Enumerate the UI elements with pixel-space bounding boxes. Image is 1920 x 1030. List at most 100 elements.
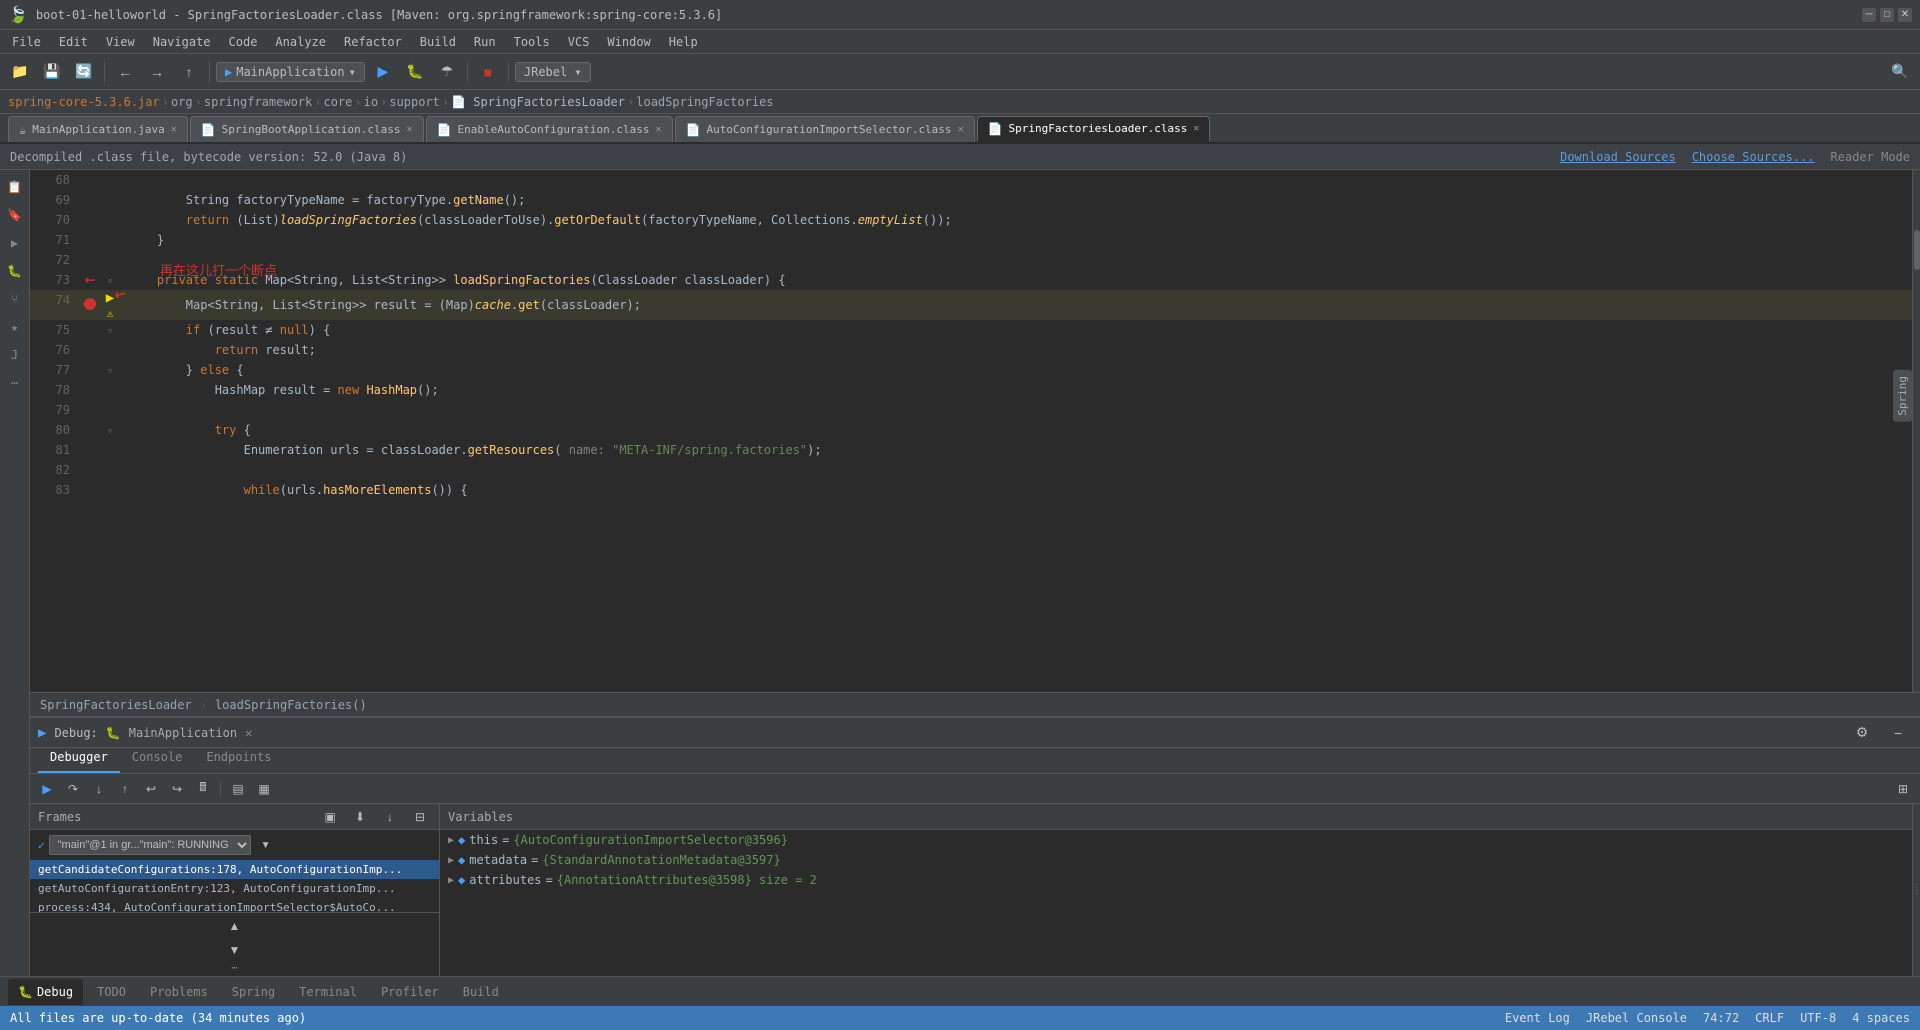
breadcrumb-class[interactable]: 📄 SpringFactoriesLoader — [451, 95, 625, 109]
frames-down-btn[interactable]: ↓ — [379, 806, 401, 828]
reader-mode-link[interactable]: Reader Mode — [1831, 150, 1910, 164]
bottom-tab-build[interactable]: Build — [453, 979, 509, 1005]
sidebar-icon-jrebel[interactable]: J — [2, 342, 28, 368]
scroll-thumb[interactable] — [1914, 230, 1920, 270]
breadcrumb-springframework[interactable]: springframework — [204, 95, 312, 109]
tab-spring-boot-application[interactable]: 📄 SpringBootApplication.class ✕ — [190, 116, 424, 142]
coverage-btn[interactable]: ☂ — [433, 58, 461, 86]
menu-code[interactable]: Code — [221, 33, 266, 51]
forward-btn[interactable]: → — [143, 58, 171, 86]
debug-tab-console[interactable]: Console — [120, 743, 195, 773]
breadcrumb-core[interactable]: core — [323, 95, 352, 109]
tab-auto-config-selector[interactable]: 📄 AutoConfigurationImportSelector.class … — [675, 116, 975, 142]
tab-main-application[interactable]: ☕ MainApplication.java ✕ — [8, 116, 188, 142]
frame-item-2[interactable]: process:434, AutoConfigurationImportSele… — [30, 898, 439, 912]
menu-refactor[interactable]: Refactor — [336, 33, 410, 51]
sidebar-icon-bookmark[interactable]: 🔖 — [2, 202, 28, 228]
var-this[interactable]: ▶ ◆ this = {AutoConfigurationImportSelec… — [440, 830, 1912, 850]
menu-build[interactable]: Build — [412, 33, 464, 51]
save-btn[interactable]: 💾 — [38, 58, 66, 86]
right-panel-tab[interactable]: Spring — [1893, 370, 1912, 422]
debug-minimize-btn[interactable]: − — [1884, 719, 1912, 747]
bottom-tab-todo[interactable]: TODO — [87, 979, 136, 1005]
frame-item-1[interactable]: getAutoConfigurationEntry:123, AutoConfi… — [30, 879, 439, 898]
debug-tab-debugger[interactable]: Debugger — [38, 743, 120, 773]
var-expand-this[interactable]: ▶ — [448, 835, 454, 846]
debug-filter-btn[interactable]: ▤ — [227, 778, 249, 800]
breadcrumb-jar[interactable]: spring-core-5.3.6.jar — [8, 95, 160, 109]
fold-80[interactable]: ▿ — [107, 426, 113, 437]
bottom-tab-debug[interactable]: 🐛 Debug — [8, 979, 83, 1005]
thread-selector[interactable]: "main"@1 in gr..."main": RUNNING — [49, 835, 251, 855]
bottom-tab-spring[interactable]: Spring — [222, 979, 285, 1005]
tab-spring-factories-loader[interactable]: 📄 SpringFactoriesLoader.class ✕ — [977, 116, 1211, 142]
frames-filter-btn[interactable]: ▣ — [319, 806, 341, 828]
vertical-scrollbar[interactable] — [1912, 170, 1920, 692]
debug-drop-frame-btn[interactable]: ↩ — [140, 778, 162, 800]
debug-close-session[interactable]: ✕ — [245, 726, 252, 740]
sidebar-icon-debug-panel[interactable]: 🐛 — [2, 258, 28, 284]
sidebar-icon-star[interactable]: ★ — [2, 314, 28, 340]
bottom-tab-terminal[interactable]: Terminal — [289, 979, 367, 1005]
debug-resize-handle[interactable]: ⋮ — [1912, 804, 1920, 976]
frames-scroll-down[interactable]: ▼ — [224, 939, 246, 961]
debug-filter-classes-btn[interactable]: ▦ — [253, 778, 275, 800]
jrebel-dropdown[interactable]: JRebel ▾ — [515, 62, 591, 82]
breadcrumb-io[interactable]: io — [364, 95, 378, 109]
breadcrumb-org[interactable]: org — [171, 95, 193, 109]
tab-close-2[interactable]: ✕ — [656, 124, 662, 135]
fold-77[interactable]: ▿ — [107, 366, 113, 377]
sidebar-icon-structure[interactable]: 📋 — [2, 174, 28, 200]
sync-btn[interactable]: 🔄 — [70, 58, 98, 86]
tab-enable-auto-config[interactable]: 📄 EnableAutoConfiguration.class ✕ — [426, 116, 673, 142]
var-expand-attributes[interactable]: ▶ — [448, 875, 454, 886]
up-btn[interactable]: ↑ — [175, 58, 203, 86]
breadcrumb-support[interactable]: support — [389, 95, 440, 109]
event-log-link[interactable]: Event Log — [1505, 1011, 1570, 1025]
menu-help[interactable]: Help — [661, 33, 706, 51]
close-button[interactable]: ✕ — [1898, 8, 1912, 22]
code-area[interactable]: 再在这儿打一个断点 ↙ 68 69 — [30, 170, 1920, 692]
menu-file[interactable]: File — [4, 33, 49, 51]
open-btn[interactable]: 📁 — [6, 58, 34, 86]
menu-view[interactable]: View — [98, 33, 143, 51]
debug-tab-endpoints[interactable]: Endpoints — [194, 743, 283, 773]
menu-tools[interactable]: Tools — [506, 33, 558, 51]
debug-evaluate-btn[interactable]: 🖩 — [192, 778, 214, 800]
frame-item-0[interactable]: getCandidateConfigurations:178, AutoConf… — [30, 860, 439, 879]
sidebar-icon-run[interactable]: ▶ — [2, 230, 28, 256]
var-attributes[interactable]: ▶ ◆ attributes = {AnnotationAttributes@3… — [440, 870, 1912, 890]
fold-73[interactable]: ▿ — [107, 276, 113, 287]
debug-layout-btn[interactable]: ⊞ — [1892, 778, 1914, 800]
frames-filter-icon[interactable]: ⊟ — [409, 806, 431, 828]
fold-75[interactable]: ▿ — [107, 326, 113, 337]
frames-scroll-up[interactable]: ▲ — [224, 915, 246, 937]
debug-run-to-cursor-btn[interactable]: ↪ — [166, 778, 188, 800]
run-config-dropdown[interactable]: ▶ MainApplication ▾ — [216, 62, 365, 82]
bottom-tab-problems[interactable]: Problems — [140, 979, 218, 1005]
tab-close-1[interactable]: ✕ — [406, 124, 412, 135]
stop-btn[interactable]: ■ — [474, 58, 502, 86]
tab-close-0[interactable]: ✕ — [171, 124, 177, 135]
minimize-button[interactable]: ─ — [1862, 8, 1876, 22]
debug-resume-btn[interactable]: ▶ — [36, 778, 58, 800]
menu-window[interactable]: Window — [599, 33, 658, 51]
menu-vcs[interactable]: VCS — [560, 33, 598, 51]
sidebar-icon-git[interactable]: ⑂ — [2, 286, 28, 312]
run-btn[interactable]: ▶ — [369, 58, 397, 86]
var-expand-metadata[interactable]: ▶ — [448, 855, 454, 866]
sidebar-icon-more[interactable]: ⋯ — [2, 370, 28, 396]
menu-run[interactable]: Run — [466, 33, 504, 51]
tab-close-4[interactable]: ✕ — [1193, 123, 1199, 134]
back-btn[interactable]: ← — [111, 58, 139, 86]
tab-close-3[interactable]: ✕ — [958, 124, 964, 135]
thread-filter-btn[interactable]: ▼ — [255, 834, 277, 856]
debug-step-over-btn[interactable]: ↷ — [62, 778, 84, 800]
window-controls[interactable]: ─ □ ✕ — [1862, 8, 1912, 22]
debug-step-into-btn[interactable]: ↓ — [88, 778, 110, 800]
breadcrumb-method[interactable]: loadSpringFactories — [636, 95, 773, 109]
menu-navigate[interactable]: Navigate — [145, 33, 219, 51]
frames-copy-btn[interactable]: ⬇ — [349, 806, 371, 828]
debug-btn[interactable]: 🐛 — [401, 58, 429, 86]
search-everywhere-btn[interactable]: 🔍 — [1886, 58, 1914, 86]
